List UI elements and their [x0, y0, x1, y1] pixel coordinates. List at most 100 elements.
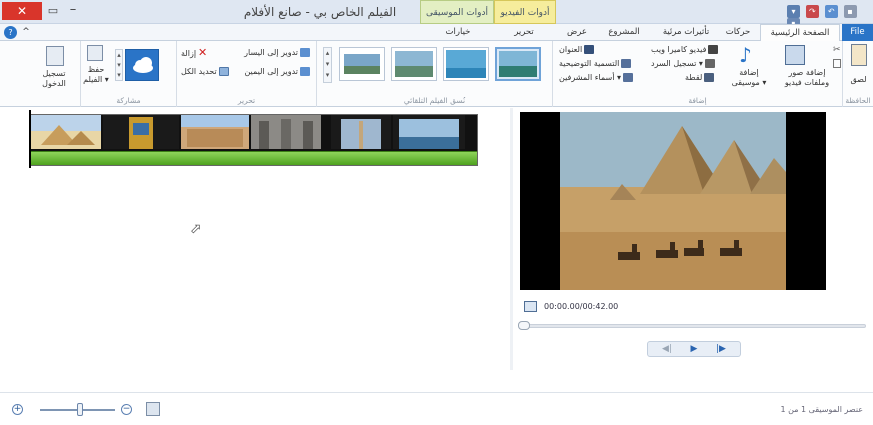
- tab-project[interactable]: المشروع: [600, 24, 648, 41]
- minimize-window-button[interactable]: –: [64, 3, 82, 19]
- automovie-group: ▴ ▾ ▾ نُسق الفيلم التلقائي: [316, 41, 552, 107]
- theme-thumb-1[interactable]: [339, 47, 385, 81]
- sign-in-button[interactable]: تسجيل الدخول: [30, 69, 78, 89]
- zoom-in-icon[interactable]: +: [12, 404, 23, 415]
- microphone-icon: [704, 59, 715, 68]
- record-narration-label: تسجيل السرد ▾: [651, 59, 703, 68]
- webcam-video-label: فيديو كاميرا ويب: [651, 45, 707, 54]
- cut-icon[interactable]: ✂: [833, 45, 841, 55]
- add-videos-photos-label-1: إضافة صور: [788, 68, 826, 77]
- onedrive-cloud-icon[interactable]: [125, 49, 159, 81]
- sign-in-label-1: تسجيل: [42, 69, 66, 78]
- tab-visual-effects[interactable]: تأثيرات مرئية: [655, 24, 717, 41]
- music-note-icon: ♪: [739, 43, 752, 67]
- save-movie-label-1: حفظ: [87, 65, 105, 74]
- add-group: العنوان التسمية التوضيحية أسماء المشرفين…: [552, 41, 842, 107]
- clip-temple-thumb[interactable]: [181, 115, 249, 149]
- snapshot-button[interactable]: لقطة: [685, 72, 715, 84]
- rotate-left-icon: [300, 48, 310, 57]
- close-window-button[interactable]: ✕: [2, 2, 42, 20]
- theme-thumb-2[interactable]: [391, 47, 437, 81]
- sign-in-label-2: الدخول: [42, 79, 66, 88]
- save-movie-button[interactable]: حفظ الفيلم ▾: [81, 65, 111, 85]
- select-all-button[interactable]: تحديد الكل: [181, 66, 229, 78]
- webcam-icon: [708, 45, 719, 54]
- maximize-window-button[interactable]: ▭: [44, 3, 62, 19]
- playback-controls: ◀| ▶ |▶: [647, 341, 741, 357]
- clip-nile-thumb[interactable]: [393, 115, 465, 149]
- window-title: الفيلم الخاص بي - صانع الأفلام: [243, 5, 397, 19]
- clip-mask-thumb[interactable]: [103, 115, 179, 149]
- themes-gallery-scroll[interactable]: ▴ ▾ ▾: [323, 47, 332, 83]
- tab-edit[interactable]: تحرير: [500, 24, 548, 41]
- share-gallery-scroll[interactable]: ▴ ▾ ▾: [115, 49, 123, 81]
- clip-pyramids-thumb-1[interactable]: [31, 115, 101, 149]
- record-narration-button[interactable]: تسجيل السرد ▾: [651, 58, 715, 70]
- qat-dropdown-icon[interactable]: ▾: [787, 5, 800, 18]
- tab-view[interactable]: عرض: [560, 24, 594, 41]
- title-button[interactable]: العنوان: [559, 44, 595, 56]
- rotate-right-button[interactable]: تدوير إلى اليمين: [244, 66, 310, 78]
- tab-options[interactable]: خيارات: [428, 24, 488, 41]
- editing-group-label: تحرير: [237, 96, 256, 105]
- signin-group: تسجيل الدخول: [30, 41, 78, 107]
- add-group-label: إضافة: [688, 96, 707, 105]
- copy-icon[interactable]: [833, 59, 841, 68]
- qat-redo-icon[interactable]: ↷: [805, 5, 819, 18]
- qat-save-icon[interactable]: ▪: [843, 5, 857, 18]
- seek-thumb[interactable]: [518, 321, 530, 330]
- snapshot-icon: [704, 73, 715, 82]
- qat-undo-icon[interactable]: ↶: [824, 5, 838, 18]
- next-frame-icon[interactable]: |▶: [710, 343, 732, 355]
- automovie-group-label: نُسق الفيلم التلقائي: [403, 96, 466, 105]
- zoom-slider-thumb[interactable]: [77, 403, 83, 416]
- webcam-video-button[interactable]: فيديو كاميرا ويب: [651, 44, 719, 56]
- add-music-label-1: إضافة: [739, 68, 759, 77]
- mouse-pointer-icon: ⬀: [190, 221, 202, 237]
- caption-button[interactable]: التسمية التوضيحية: [559, 58, 632, 70]
- remove-button[interactable]: إزالة ✕: [181, 47, 207, 59]
- add-music-label-2: موسيقى ▾: [731, 78, 767, 87]
- status-text: عنصر الموسيقى 1 من 1: [780, 405, 863, 414]
- zoom-out-icon[interactable]: −: [121, 404, 132, 415]
- rotate-left-button[interactable]: تدوير إلى اليسار: [244, 47, 310, 59]
- video-tools-context-header: أدوات الفيديو: [494, 0, 556, 24]
- add-videos-photos-button[interactable]: إضافة صور وملفات فيديو: [771, 68, 843, 88]
- storyboard-pane[interactable]: ⬀: [10, 108, 510, 370]
- add-music-button[interactable]: إضافة موسيقى ▾: [725, 68, 773, 88]
- help-icon[interactable]: ?: [4, 26, 17, 39]
- previous-frame-icon[interactable]: ◀|: [656, 343, 678, 355]
- tab-animations[interactable]: حركات: [720, 24, 756, 41]
- sign-in-icon: [46, 46, 64, 66]
- tab-home[interactable]: الصفحة الرئيسية: [760, 24, 840, 42]
- seek-bar[interactable]: [520, 324, 866, 328]
- status-bar: + − عنصر الموسيقى 1 من 1: [0, 392, 873, 425]
- collapse-ribbon-icon[interactable]: ^: [20, 24, 32, 41]
- clipboard-group: ✂ لصق الحافظة: [833, 41, 873, 107]
- full-screen-preview-icon[interactable]: [524, 301, 537, 312]
- music-tools-context-header: أدوات الموسيقى: [420, 0, 494, 24]
- ribbon: تسجيل الدخول ▴ ▾ ▾ حفظ الفيلم ▾ مشاركة تدو…: [0, 41, 873, 107]
- snapshot-label: لقطة: [685, 73, 703, 82]
- clip-statues-thumb[interactable]: [251, 115, 321, 149]
- remove-label: إزالة: [181, 49, 197, 58]
- paste-button[interactable]: لصق: [843, 75, 873, 85]
- play-icon[interactable]: ▶: [684, 343, 704, 355]
- clipboard-group-label: الحافظة: [845, 96, 871, 105]
- title-icon: [584, 45, 595, 54]
- preview-pane: 00:00.00/00:42.00 ◀| ▶ |▶: [513, 108, 873, 370]
- tab-file[interactable]: File: [842, 24, 873, 41]
- remove-x-icon: ✕: [198, 46, 208, 59]
- music-track-bar[interactable]: [31, 151, 477, 165]
- clip-obelisk-thumb[interactable]: [331, 115, 391, 149]
- video-timeline-strip[interactable]: [30, 114, 478, 166]
- video-preview[interactable]: [520, 112, 826, 290]
- theme-thumb-3[interactable]: [443, 47, 489, 81]
- thumbnail-size-icon[interactable]: [146, 402, 160, 416]
- credits-button[interactable]: أسماء المشرفين ▾: [559, 72, 634, 84]
- title-bar: ✕ ▭ – الفيلم الخاص بي - صانع الأفلام أدو…: [0, 0, 873, 31]
- timeline-playhead[interactable]: [29, 110, 31, 168]
- theme-thumb-4-selected[interactable]: [495, 47, 541, 81]
- select-all-label: تحديد الكل: [181, 67, 217, 76]
- caption-label: التسمية التوضيحية: [559, 59, 620, 68]
